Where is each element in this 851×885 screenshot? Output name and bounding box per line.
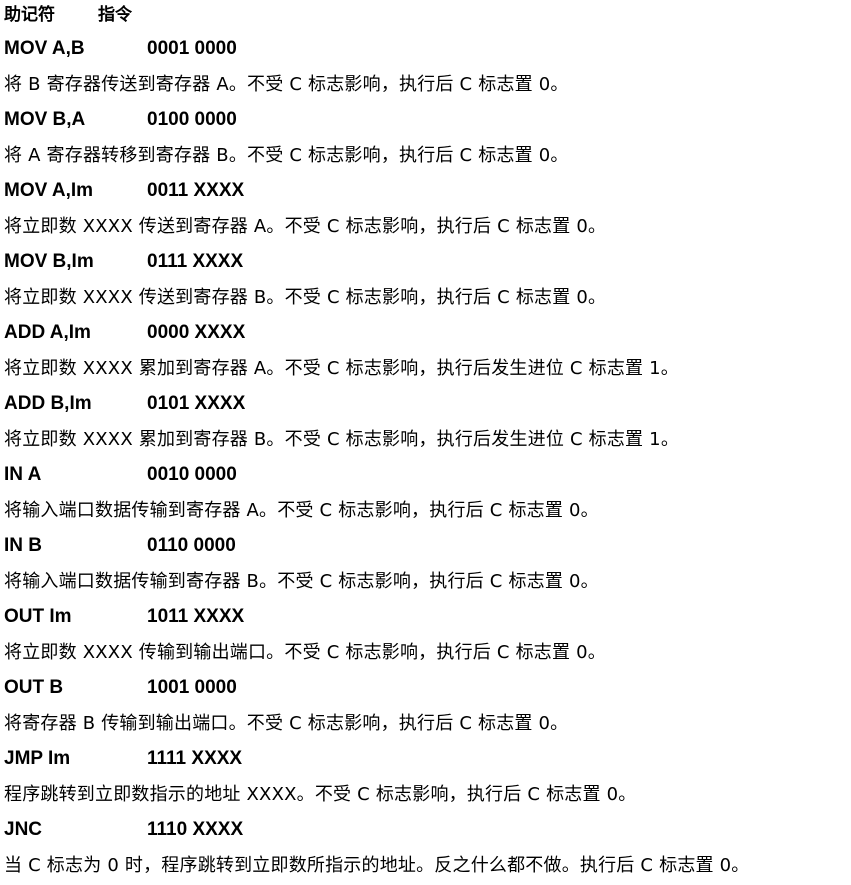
opcode: 1001 0000 [147, 677, 237, 698]
instruction-line: IN A 0010 0000 [4, 459, 849, 494]
instruction-entry: JMP Im 1111 XXXX 程序跳转到立即数指示的地址 XXXX。不受 C … [4, 743, 849, 814]
instruction-line: MOV B,Im 0111 XXXX [4, 246, 849, 281]
instruction-entry: IN A 0010 0000 将输入端口数据传输到寄存器 A。不受 C 标志影响，… [4, 459, 849, 530]
instruction-entry: OUT Im 1011 XXXX 将立即数 XXXX 传输到输出端口。不受 C 标… [4, 601, 849, 672]
mnemonic: MOV A,B [4, 38, 85, 59]
opcode: 0011 XXXX [147, 180, 245, 201]
opcode: 0101 XXXX [147, 393, 246, 414]
instruction-description: 将立即数 XXXX 传送到寄存器 A。不受 C 标志影响，执行后 C 标志置 0… [4, 216, 607, 237]
instruction-line: JMP Im 1111 XXXX [4, 743, 849, 778]
instruction-description: 将输入端口数据传输到寄存器 A。不受 C 标志影响，执行后 C 标志置 0。 [4, 500, 599, 521]
mnemonic: MOV B,A [4, 109, 86, 130]
instruction-description: 将立即数 XXXX 累加到寄存器 A。不受 C 标志影响，执行后发生进位 C 标… [4, 358, 679, 379]
mnemonic: JMP Im [4, 748, 71, 769]
mnemonic: MOV A,Im [4, 180, 94, 201]
instruction-set-document: 助记符 指令 MOV A,B 0001 0000 将 B 寄存器传送到寄存器 A。不… [4, 0, 849, 885]
instruction-entry: MOV B,Im 0111 XXXX 将立即数 XXXX 传送到寄存器 B。不受 … [4, 246, 849, 317]
opcode: 0100 0000 [147, 109, 237, 130]
instruction-line: ADD B,Im 0101 XXXX [4, 388, 849, 423]
instruction-line: MOV A,Im 0011 XXXX [4, 175, 849, 210]
instruction-entry: ADD A,Im 0000 XXXX 将立即数 XXXX 累加到寄存器 A。不受 … [4, 317, 849, 388]
opcode: 1011 XXXX [147, 606, 245, 627]
opcode: 0000 XXXX [147, 322, 246, 343]
opcode: 1110 XXXX [147, 819, 244, 840]
instruction-line: JNC 1110 XXXX [4, 814, 849, 849]
instruction-description: 程序跳转到立即数指示的地址 XXXX。不受 C 标志影响，执行后 C 标志置 0… [4, 784, 637, 805]
mnemonic: JNC [4, 819, 43, 840]
instruction-entry: MOV B,A 0100 0000 将 A 寄存器转移到寄存器 B。不受 C 标志… [4, 104, 849, 175]
instruction-description: 将立即数 XXXX 传输到输出端口。不受 C 标志影响，执行后 C 标志置 0。 [4, 642, 606, 663]
mnemonic: MOV B,Im [4, 251, 94, 272]
instruction-entry: JNC 1110 XXXX 当 C 标志为 0 时，程序跳转到立即数所指示的地址。… [4, 814, 849, 885]
instruction-entry: IN B 0110 0000 将输入端口数据传输到寄存器 B。不受 C 标志影响，… [4, 530, 849, 601]
instruction-column-label: 指令 [98, 5, 132, 25]
opcode: 0001 0000 [147, 38, 237, 59]
mnemonic: IN B [4, 535, 42, 556]
table-header: 助记符 指令 [4, 0, 849, 33]
instruction-line: MOV B,A 0100 0000 [4, 104, 849, 139]
instruction-description: 将输入端口数据传输到寄存器 B。不受 C 标志影响，执行后 C 标志置 0。 [4, 571, 599, 592]
instruction-entry: MOV A,B 0001 0000 将 B 寄存器传送到寄存器 A。不受 C 标志… [4, 33, 849, 104]
mnemonic: OUT B [4, 677, 64, 698]
instruction-description: 将立即数 XXXX 累加到寄存器 B。不受 C 标志影响，执行后发生进位 C 标… [4, 429, 680, 450]
opcode: 0111 XXXX [147, 251, 244, 272]
instruction-description: 将 B 寄存器传送到寄存器 A。不受 C 标志影响，执行后 C 标志置 0。 [4, 74, 569, 95]
mnemonic-column-label: 助记符 [4, 5, 55, 25]
instruction-line: ADD A,Im 0000 XXXX [4, 317, 849, 352]
instruction-entry: OUT B 1001 0000 将寄存器 B 传输到输出端口。不受 C 标志影响，… [4, 672, 849, 743]
mnemonic: ADD B,Im [4, 393, 92, 414]
instruction-line: OUT B 1001 0000 [4, 672, 849, 707]
instruction-entry: MOV A,Im 0011 XXXX 将立即数 XXXX 传送到寄存器 A。不受 … [4, 175, 849, 246]
instruction-entry: ADD B,Im 0101 XXXX 将立即数 XXXX 累加到寄存器 B。不受 … [4, 388, 849, 459]
instruction-description: 将 A 寄存器转移到寄存器 B。不受 C 标志影响，执行后 C 标志置 0。 [4, 145, 569, 166]
opcode: 1111 XXXX [147, 748, 243, 769]
instruction-line: OUT Im 1011 XXXX [4, 601, 849, 636]
mnemonic: OUT Im [4, 606, 72, 627]
instruction-description: 将立即数 XXXX 传送到寄存器 B。不受 C 标志影响，执行后 C 标志置 0… [4, 287, 607, 308]
opcode: 0010 0000 [147, 464, 237, 485]
instruction-line: IN B 0110 0000 [4, 530, 849, 565]
mnemonic: ADD A,Im [4, 322, 91, 343]
instruction-line: MOV A,B 0001 0000 [4, 33, 849, 68]
opcode: 0110 0000 [147, 535, 236, 556]
mnemonic: IN A [4, 464, 42, 485]
instruction-description: 将寄存器 B 传输到输出端口。不受 C 标志影响，执行后 C 标志置 0。 [4, 713, 569, 734]
